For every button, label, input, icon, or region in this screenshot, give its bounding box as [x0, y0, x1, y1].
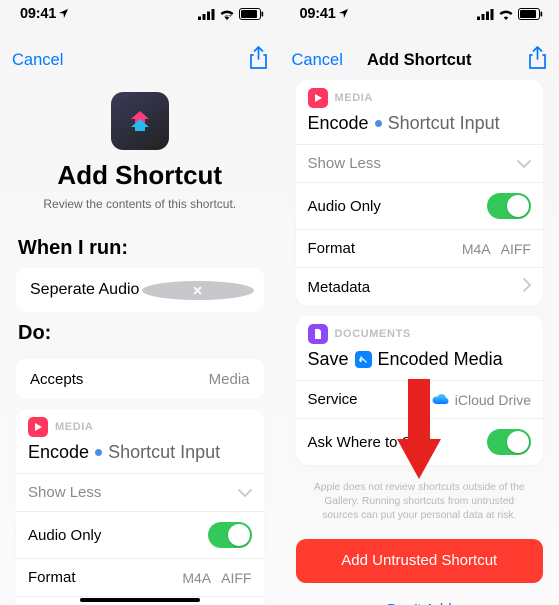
page-title: Add Shortcut	[0, 160, 280, 191]
variable-dot-icon	[375, 120, 382, 127]
show-less-label: Show Less	[308, 155, 381, 172]
dont-add-button[interactable]: Don't Add	[280, 589, 559, 605]
encode-verb: Encode	[28, 442, 89, 463]
show-less-row[interactable]: Show Less	[16, 473, 264, 511]
status-bar-right: 09:41	[280, 0, 559, 42]
format-m4a[interactable]: M4A	[182, 570, 211, 586]
shortcut-name-value: Seperate Audio	[30, 281, 142, 299]
service-label: Service	[308, 391, 358, 408]
chevron-right-icon	[523, 278, 531, 296]
do-header: Do:	[0, 312, 280, 353]
signal-icon	[198, 8, 215, 24]
cancel-button[interactable]: Cancel	[292, 51, 343, 70]
format-row: Format M4A AIFF	[296, 229, 544, 267]
chevron-down-icon	[517, 155, 531, 172]
save-card: DOCUMENTS Save Encoded Media Service iCl…	[296, 316, 544, 465]
save-category: DOCUMENTS	[335, 328, 411, 340]
nav-header: Cancel	[0, 42, 280, 78]
clock: 09:41	[300, 6, 336, 22]
battery-icon	[518, 8, 543, 24]
wifi-icon	[498, 8, 514, 24]
audio-only-toggle[interactable]	[208, 522, 252, 548]
encode-input[interactable]: Shortcut Input	[388, 113, 500, 134]
signal-icon	[477, 8, 494, 24]
clear-icon[interactable]	[142, 281, 254, 300]
ask-where-label: Ask Where to Save	[308, 434, 436, 451]
clock: 09:41	[20, 6, 56, 22]
encode-category: MEDIA	[55, 421, 93, 433]
audio-only-label: Audio Only	[308, 198, 381, 215]
encode-verb: Encode	[308, 113, 369, 134]
nav-header: Cancel Add Shortcut	[280, 42, 559, 78]
media-badge-icon	[28, 417, 48, 437]
shortcut-app-icon	[111, 92, 169, 150]
status-bar-left: 09:41	[0, 0, 280, 42]
encode-card: MEDIA Encode Shortcut Input Show Less Au…	[16, 409, 264, 605]
variable-dot-icon	[95, 449, 102, 456]
ask-where-row: Ask Where to Save	[296, 418, 544, 465]
chevron-down-icon	[238, 484, 252, 501]
format-aiff[interactable]: AIFF	[221, 570, 251, 586]
audio-only-row: Audio Only	[296, 182, 544, 229]
encode-input[interactable]: Shortcut Input	[108, 442, 220, 463]
add-untrusted-button[interactable]: Add Untrusted Shortcut	[296, 539, 544, 583]
location-icon	[339, 7, 349, 21]
media-badge-icon	[308, 88, 328, 108]
share-button[interactable]	[249, 46, 268, 75]
show-less-label: Show Less	[28, 484, 101, 501]
accepts-label: Accepts	[30, 371, 83, 388]
show-less-row[interactable]: Show Less	[296, 144, 544, 182]
audio-only-toggle[interactable]	[487, 193, 531, 219]
icloud-icon	[432, 392, 449, 408]
home-indicator	[80, 598, 200, 602]
magic-var-icon	[355, 351, 372, 368]
format-row: Format M4A AIFF	[16, 558, 264, 596]
save-verb: Save	[308, 349, 349, 370]
share-button[interactable]	[528, 46, 547, 75]
service-value: iCloud Drive	[455, 392, 531, 408]
save-target[interactable]: Encoded Media	[378, 349, 503, 370]
when-i-run-header: When I run:	[0, 227, 280, 268]
audio-only-row: Audio Only	[16, 511, 264, 558]
location-icon	[59, 7, 69, 21]
accepts-value: Media	[209, 371, 250, 388]
format-label: Format	[308, 240, 356, 257]
format-label: Format	[28, 569, 76, 586]
page-title: Add Shortcut	[367, 51, 472, 70]
encode-card: MEDIA Encode Shortcut Input Show Less Au…	[296, 80, 544, 306]
metadata-label: Metadata	[308, 279, 371, 296]
audio-only-label: Audio Only	[28, 527, 101, 544]
documents-badge-icon	[308, 324, 328, 344]
cancel-button[interactable]: Cancel	[12, 51, 63, 70]
accepts-row: Accepts Media	[16, 359, 264, 399]
service-row[interactable]: Service iCloud Drive	[296, 380, 544, 418]
page-subtitle: Review the contents of this shortcut.	[0, 197, 280, 211]
ask-where-toggle[interactable]	[487, 429, 531, 455]
encode-category: MEDIA	[335, 92, 373, 104]
format-aiff[interactable]: AIFF	[501, 241, 531, 257]
disclaimer-text: Apple does not review shortcuts outside …	[280, 475, 559, 533]
metadata-row[interactable]: Metadata	[296, 267, 544, 306]
battery-icon	[239, 8, 264, 24]
format-m4a[interactable]: M4A	[462, 241, 491, 257]
wifi-icon	[219, 8, 235, 24]
shortcut-name-field[interactable]: Seperate Audio	[16, 268, 264, 312]
